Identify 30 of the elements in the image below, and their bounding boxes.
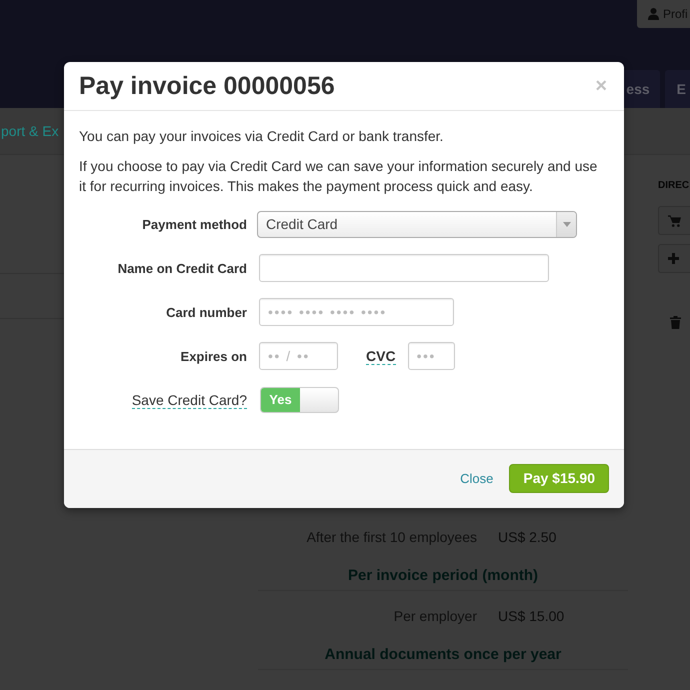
add-button[interactable] [658, 244, 690, 273]
cvc-field[interactable]: ••• [408, 342, 455, 370]
field-label: Save Credit Card? [132, 392, 247, 408]
caret-icon [562, 222, 570, 226]
cvc-label: CVC [366, 348, 396, 364]
dialog-title: Pay invoice 00000056 [79, 71, 335, 101]
close-button[interactable]: × [595, 76, 607, 96]
card-number-field[interactable]: •••• •••• •••• •••• [259, 298, 454, 326]
trash-icon[interactable] [670, 316, 681, 329]
field-label: Expires on [180, 348, 247, 364]
plus-icon [668, 253, 679, 264]
field-label: Card number [166, 304, 247, 320]
cart-button[interactable] [658, 206, 690, 235]
intro-text: If you choose to pay via Credit Card we can save your information securely and use it for recurring invoices. This makes the payment process quick and easy. [79, 157, 598, 196]
section-heading: Annual documents once per year [258, 645, 628, 670]
pay-button[interactable]: Pay $15.90 [509, 464, 609, 493]
user-icon [648, 8, 659, 20]
sidebar-heading: DIREC [658, 179, 690, 193]
name-input-field[interactable] [259, 254, 549, 282]
nav-tab[interactable]: E [664, 70, 690, 108]
close-link[interactable]: Close [460, 468, 494, 488]
payment-method-select[interactable]: Credit Card [257, 210, 577, 238]
field-label: Name on Credit Card [118, 260, 247, 276]
save-card-toggle[interactable]: Yes [260, 387, 339, 413]
intro-text: You can pay your invoices via Credit Card or bank transfer. [79, 127, 444, 146]
section-heading: Per invoice period (month) [258, 566, 628, 591]
subnav-link[interactable]: port & Ex [1, 120, 59, 142]
cart-icon [668, 214, 681, 226]
field-label: Payment method [142, 216, 247, 232]
expiry-field[interactable]: •• / •• [259, 342, 338, 370]
